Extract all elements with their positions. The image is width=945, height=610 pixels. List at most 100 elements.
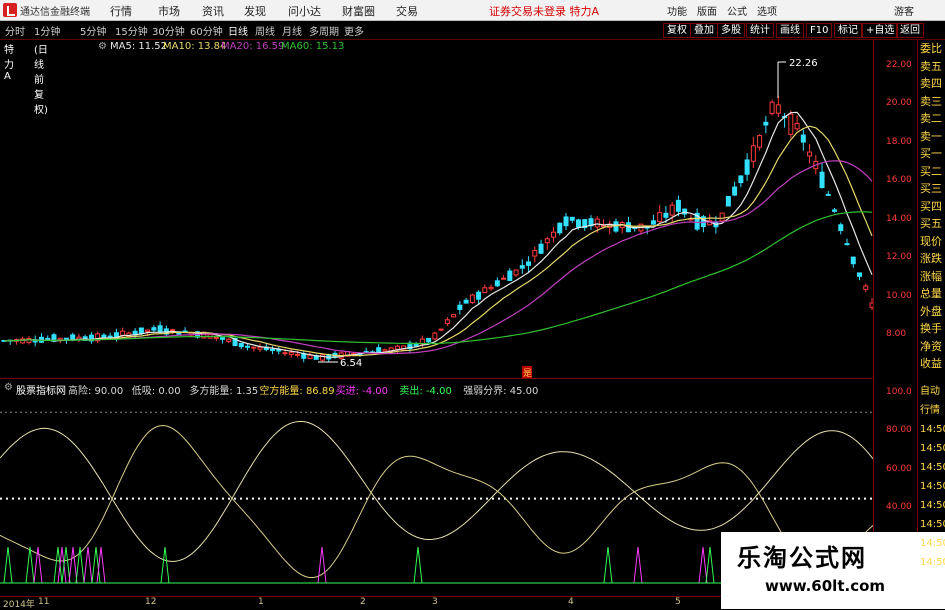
side-panel-item[interactable]: 委比 — [920, 42, 942, 56]
candle-body — [432, 332, 438, 340]
candle-body — [282, 352, 288, 355]
f10-button[interactable]: F10 — [806, 23, 833, 38]
side-panel-item[interactable]: 卖五 — [920, 60, 942, 74]
side-panel-item[interactable]: 总量 — [920, 287, 942, 301]
adjust-button[interactable]: 复权 — [663, 23, 691, 38]
candle-body — [769, 101, 775, 115]
candle-body — [482, 287, 488, 294]
period-weekly[interactable]: 周线 — [255, 23, 275, 38]
signal-spike — [25, 546, 35, 584]
candle-body — [863, 285, 869, 290]
side-panel-item[interactable]: 卖一 — [920, 130, 942, 144]
candle-body — [513, 269, 519, 276]
candle-body — [650, 220, 656, 225]
candle-body — [850, 256, 856, 265]
side-panel-item[interactable]: 买二 — [920, 165, 942, 179]
side-panel-time: 14:50 — [920, 538, 945, 549]
watermark-title: 乐淘公式网 — [737, 544, 867, 572]
candle-body — [757, 135, 763, 148]
candle-body — [101, 334, 107, 338]
menu-news[interactable]: 资讯 — [202, 3, 224, 19]
period-toolbar: 分时 1分钟 5分钟 15分钟 30分钟 60分钟 日线 周线 月线 多周期 更… — [0, 21, 945, 40]
price-axis-label: 20.00 — [886, 98, 912, 109]
candle-body — [257, 346, 263, 350]
candle-body — [63, 337, 69, 341]
stats-button[interactable]: 统计 — [746, 23, 774, 38]
candle-body — [538, 243, 544, 254]
side-panel-item[interactable]: 卖二 — [920, 112, 942, 126]
price-axis-label: 10.00 — [886, 290, 912, 301]
candle-body — [669, 204, 675, 216]
side-panel-item[interactable]: 卖四 — [920, 77, 942, 91]
back-button[interactable]: 返回 — [896, 23, 924, 38]
menu-formula[interactable]: 公式 — [727, 3, 747, 18]
price-axis-label: 16.00 — [886, 175, 912, 186]
side-panel-item[interactable]: 买四 — [920, 200, 942, 214]
period-monthly[interactable]: 月线 — [282, 23, 302, 38]
draw-line-button[interactable]: 画线 — [776, 23, 804, 38]
chart-canvas: 22.266.54是 — [0, 58, 873, 584]
guest-button[interactable]: 游客 — [894, 3, 914, 18]
candle-body — [294, 353, 300, 356]
candle-body — [476, 291, 482, 300]
candle-body — [170, 329, 176, 332]
price-axis-label: 12.00 — [886, 252, 912, 263]
side-panel-item[interactable]: 外盘 — [920, 305, 942, 319]
side-panel-item[interactable]: 现价 — [920, 235, 942, 249]
period-60min[interactable]: 60分钟 — [190, 23, 223, 38]
period-30min[interactable]: 30分钟 — [152, 23, 185, 38]
signal-spike — [68, 546, 78, 584]
candle-body — [251, 346, 257, 349]
side-panel-item[interactable]: 买一 — [920, 147, 942, 161]
period-daily[interactable]: 日线 — [228, 23, 248, 38]
add-favorite-button[interactable]: +自选 — [862, 23, 899, 38]
candle-body — [382, 349, 388, 352]
candle-body — [719, 212, 725, 222]
candle-body — [663, 212, 669, 218]
side-panel-time: 14:50 — [920, 519, 945, 530]
axis-separator — [873, 40, 874, 596]
period-5min[interactable]: 5分钟 — [80, 23, 106, 38]
period-1min[interactable]: 1分钟 — [34, 23, 60, 38]
candle-body — [732, 186, 738, 196]
period-more[interactable]: 更多 — [344, 23, 364, 38]
side-panel-item[interactable]: 收益 — [920, 357, 942, 371]
menu-ask[interactable]: 问小达 — [288, 3, 321, 19]
overlay-button[interactable]: 叠加 — [690, 23, 718, 38]
date-label: 11 — [38, 597, 50, 607]
side-panel-item[interactable]: 买五 — [920, 217, 942, 231]
multi-stock-button[interactable]: 多股 — [717, 23, 745, 38]
signal-spike — [633, 546, 643, 584]
login-notice[interactable]: 证券交易未登录 特力A — [489, 3, 599, 19]
candle-body — [857, 272, 863, 277]
side-panel-item[interactable]: 买三 — [920, 182, 942, 196]
menu-wealth[interactable]: 财富圈 — [342, 3, 375, 19]
period-intraday[interactable]: 分时 — [5, 23, 25, 38]
candle-body — [138, 327, 144, 334]
side-panel-item[interactable]: 换手 — [920, 322, 942, 336]
candle-body — [307, 354, 313, 360]
side-panel-item[interactable]: 涨跌 — [920, 252, 942, 266]
candle-body — [825, 193, 831, 196]
menu-market[interactable]: 市场 — [158, 3, 180, 19]
candle-body — [576, 219, 582, 228]
indicator-axis-label: 100.0 — [886, 387, 912, 397]
candle-body — [838, 224, 844, 231]
period-multi[interactable]: 多周期 — [309, 23, 339, 38]
menu-quotes[interactable]: 行情 — [110, 3, 132, 19]
menu-layout[interactable]: 版面 — [697, 3, 717, 18]
side-panel-item[interactable]: 净资 — [920, 340, 942, 354]
signal-spike — [53, 546, 63, 584]
candle-body — [738, 175, 744, 184]
side-panel-item[interactable]: 卖三 — [920, 95, 942, 109]
ma5-line — [3, 111, 873, 358]
menu-trade[interactable]: 交易 — [396, 3, 418, 19]
mark-button[interactable]: 标记 — [834, 23, 862, 38]
menu-discover[interactable]: 发现 — [244, 3, 266, 19]
side-panel-item[interactable]: 涨幅 — [920, 270, 942, 284]
menu-options[interactable]: 选项 — [757, 3, 777, 18]
indicator-axis-label: 40.00 — [886, 502, 912, 513]
date-label: 1 — [258, 597, 264, 607]
period-15min[interactable]: 15分钟 — [115, 23, 148, 38]
menu-function[interactable]: 功能 — [667, 3, 687, 18]
